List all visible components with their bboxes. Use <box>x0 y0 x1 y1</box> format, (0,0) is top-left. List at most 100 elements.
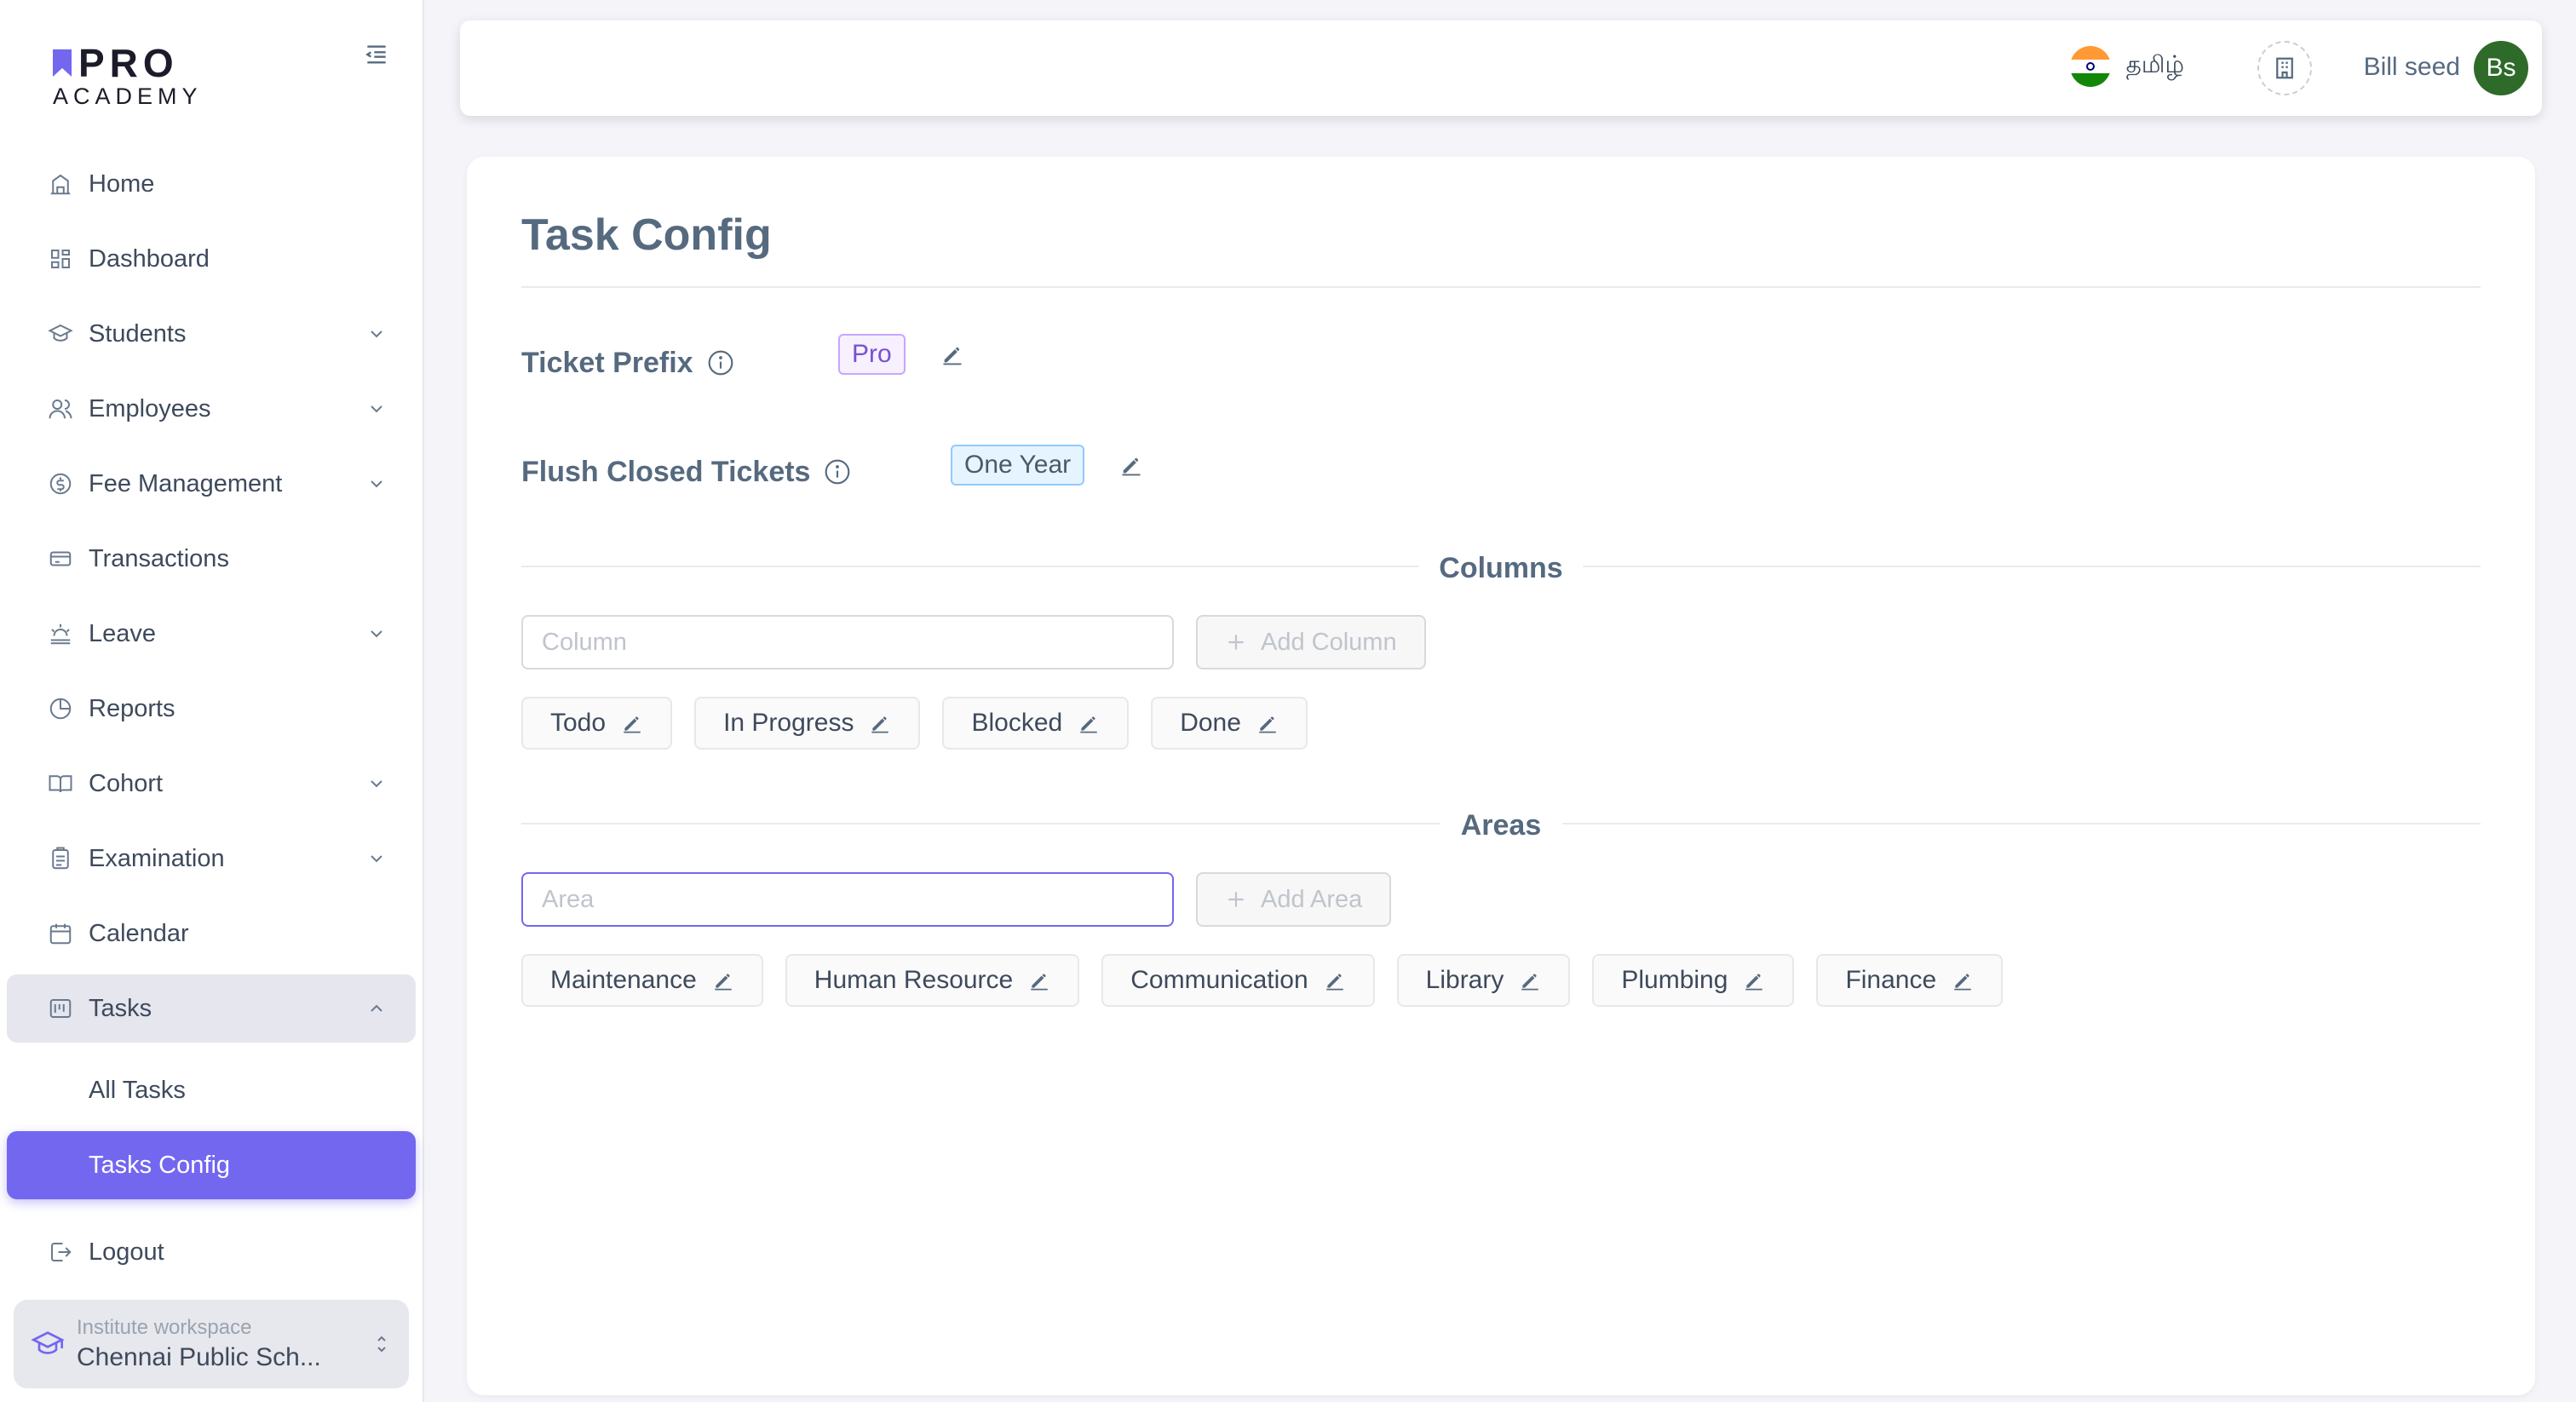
sidebar-item-tasks[interactable]: Tasks <box>7 974 416 1043</box>
sidebar-item-label: Tasks <box>89 994 152 1022</box>
tasks-icon <box>49 999 72 1018</box>
building-icon <box>2276 57 2293 79</box>
edit-icon[interactable] <box>1256 712 1279 734</box>
sidebar-item-calendar[interactable]: Calendar <box>7 899 416 968</box>
chevron-down-icon <box>371 780 382 788</box>
chip-label: Library <box>1425 966 1504 994</box>
brand-logo[interactable]: PRO ACADEMY <box>51 41 203 110</box>
edit-icon[interactable] <box>712 969 734 991</box>
chevron-down-icon <box>371 480 382 488</box>
employees-icon <box>49 399 72 419</box>
edit-flush-closed-icon[interactable] <box>1119 453 1143 477</box>
area-chip: Library <box>1396 954 1571 1007</box>
sidebar-item-fee-management[interactable]: Fee Management <box>7 450 416 518</box>
sidebar-item-label: All Tasks <box>89 1076 186 1104</box>
chevron-up-icon <box>371 1004 382 1012</box>
columns-divider: Columns <box>521 552 2481 585</box>
dashboard-icon <box>51 250 70 268</box>
sidebar-item-reports[interactable]: Reports <box>7 675 416 743</box>
ticket-prefix-row: Ticket Prefix <box>521 337 734 388</box>
add-area-button[interactable]: Add Area <box>1196 872 1392 927</box>
workspace-switcher[interactable]: Institute workspace Chennai Public Sch..… <box>14 1300 409 1388</box>
area-chip: Maintenance <box>521 954 763 1007</box>
sidebar-item-leave[interactable]: Leave <box>7 600 416 668</box>
info-icon[interactable] <box>824 458 851 486</box>
edit-ticket-prefix-icon[interactable] <box>940 342 964 366</box>
language-switcher[interactable]: தமிழ் <box>2069 46 2184 87</box>
flush-closed-value: One Year <box>951 445 1085 486</box>
areas-divider: Areas <box>521 809 2481 842</box>
edit-icon[interactable] <box>1078 712 1100 734</box>
cohort-icon <box>49 775 72 793</box>
organization-button[interactable] <box>2257 41 2312 95</box>
user-name[interactable]: Bill seed <box>2364 53 2460 82</box>
transactions-icon <box>49 551 72 566</box>
plus-icon <box>1228 892 1244 907</box>
info-icon[interactable] <box>707 349 734 376</box>
chip-label: Done <box>1180 709 1241 737</box>
edit-icon[interactable] <box>1519 969 1541 991</box>
sidebar-collapse-icon[interactable] <box>363 41 390 68</box>
column-chip: Todo <box>521 697 673 750</box>
edit-icon[interactable] <box>1028 969 1050 991</box>
logout-icon <box>51 1243 72 1261</box>
sidebar-item-label: Home <box>89 170 155 198</box>
area-chip: Plumbing <box>1592 954 1795 1007</box>
flush-closed-row: Flush Closed Tickets <box>521 446 851 497</box>
columns-title: Columns <box>1418 552 1584 585</box>
fee-icon <box>49 473 72 495</box>
ticket-prefix-label: Ticket Prefix <box>521 346 693 379</box>
sidebar-item-label: Tasks Config <box>89 1151 231 1179</box>
calendar-icon <box>49 923 72 945</box>
sidebar-item-cohort[interactable]: Cohort <box>7 750 416 818</box>
plus-icon <box>1228 635 1244 650</box>
sidebar-item-label: Calendar <box>89 919 189 947</box>
sidebar-item-transactions[interactable]: Transactions <box>7 525 416 593</box>
edit-icon[interactable] <box>1324 969 1346 991</box>
edit-icon[interactable] <box>621 712 643 734</box>
area-input[interactable] <box>521 872 1174 927</box>
sidebar: PRO ACADEMY Home Dashboard Students Empl… <box>0 0 424 1402</box>
india-flag-icon <box>2069 46 2111 87</box>
column-input[interactable] <box>521 615 1174 669</box>
students-icon <box>48 324 73 342</box>
chip-label: Blocked <box>971 709 1063 737</box>
areas-title: Areas <box>1440 809 1562 842</box>
avatar[interactable]: Bs <box>2474 41 2528 95</box>
sidebar-subitem-tasks-config[interactable]: Tasks Config <box>7 1131 416 1199</box>
sidebar-item-logout[interactable]: Logout <box>7 1218 416 1286</box>
sidebar-item-employees[interactable]: Employees <box>7 375 416 443</box>
brand-name: PRO <box>78 41 179 85</box>
ticket-prefix-value: Pro <box>838 334 906 375</box>
reports-icon <box>49 698 72 720</box>
language-label: தமிழ் <box>2125 51 2184 78</box>
sidebar-item-students[interactable]: Students <box>7 300 416 368</box>
sidebar-item-label: Transactions <box>89 544 229 572</box>
graduation-cap-icon <box>31 1331 65 1354</box>
area-chip: Human Resource <box>785 954 1080 1007</box>
chevron-down-icon <box>371 855 382 863</box>
chevron-down-icon <box>371 630 382 638</box>
column-chip: Done <box>1151 697 1308 750</box>
edit-icon[interactable] <box>1952 969 1974 991</box>
task-config-card: Task Config Ticket Prefix Pro Flush Clos… <box>467 157 2535 1395</box>
divider <box>521 286 2481 288</box>
sidebar-item-label: Dashboard <box>89 244 210 273</box>
page-title: Task Config <box>521 210 772 260</box>
add-column-button[interactable]: Add Column <box>1196 615 1426 669</box>
bookmark-logo-icon <box>53 49 72 77</box>
edit-icon[interactable] <box>1743 969 1765 991</box>
workspace-value: Chennai Public Sch... <box>77 1343 321 1371</box>
sidebar-item-examination[interactable]: Examination <box>7 825 416 893</box>
sidebar-item-label: Examination <box>89 844 225 872</box>
edit-icon[interactable] <box>869 712 891 734</box>
flush-closed-label: Flush Closed Tickets <box>521 455 811 488</box>
sidebar-item-label: Leave <box>89 619 157 647</box>
sidebar-item-label: Employees <box>89 394 211 422</box>
sidebar-subitem-all-tasks[interactable]: All Tasks <box>7 1056 416 1124</box>
sidebar-item-dashboard[interactable]: Dashboard <box>7 225 416 293</box>
add-area-label: Add Area <box>1261 885 1363 913</box>
chip-label: Maintenance <box>550 966 697 994</box>
column-chip: In Progress <box>694 697 921 750</box>
top-navbar: தமிழ் Bill seed Bs <box>460 20 2542 116</box>
